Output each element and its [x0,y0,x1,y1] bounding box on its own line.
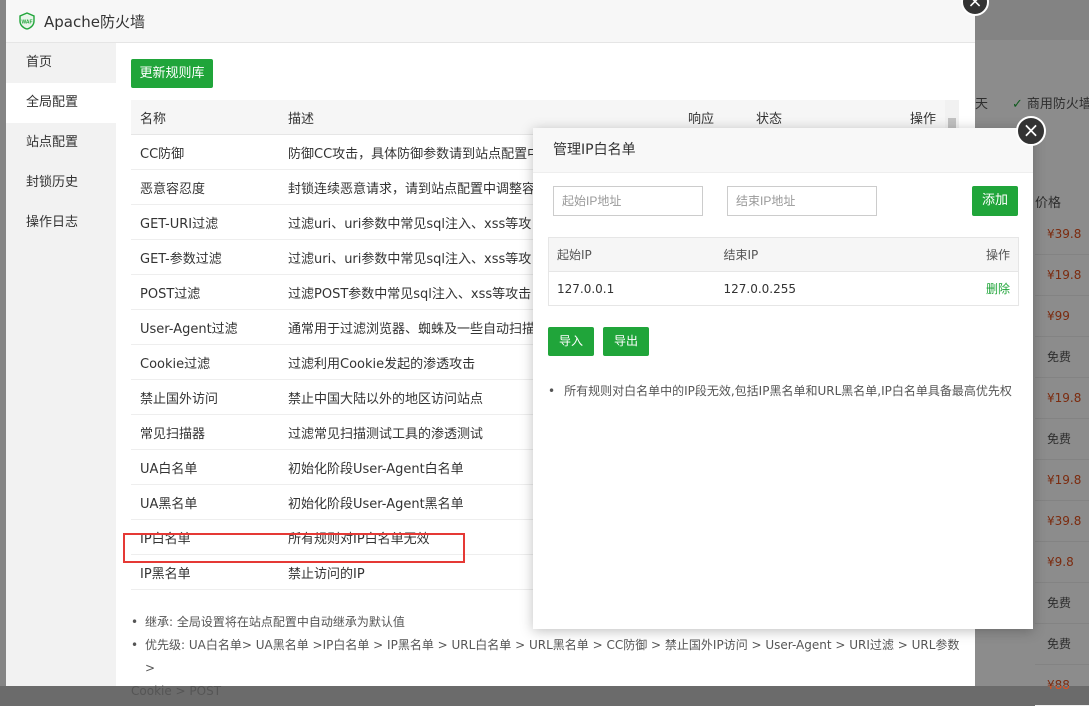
ip-whitelist-highlight [123,533,465,563]
delete-link[interactable]: 删除 [986,282,1010,296]
note-priority: 优先级: UA白名单> UA黑名单 >IP白名单 > IP黑名单 > URL白名… [131,634,961,703]
rule-name: 常见扫描器 [131,414,279,450]
table-row: 127.0.0.1 127.0.0.255 删除 [549,272,1019,306]
note-priority-text: 优先级: UA白名单> UA黑名单 >IP白名单 > IP黑名单 > URL白名… [145,638,960,675]
rule-name: UA白名单 [131,449,279,485]
import-button[interactable]: 导入 [548,327,594,356]
svg-text:WAF: WAF [21,20,32,26]
sidebar-item-global-config[interactable]: 全局配置 [6,83,116,123]
start-ip-input[interactable] [553,186,703,216]
firewall-titlebar: WAF Apache防火墙 [6,0,975,43]
end-ip-input[interactable] [727,186,877,216]
firewall-title: Apache防火墙 [44,12,145,31]
sidebar-item-site-config[interactable]: 站点配置 [6,123,116,163]
ip-whitelist-modal: 管理IP白名单 × 添加 起始IP 结束IP 操作 127.0.0.1 127.… [533,116,1046,629]
header-action: 操作 [915,237,1019,272]
close-icon: × [1022,118,1040,142]
rule-name: 恶意容忍度 [131,169,279,205]
rule-name: 禁止国外访问 [131,379,279,415]
start-ip-cell: 127.0.0.1 [557,281,615,296]
sidebar-item-home[interactable]: 首页 [6,43,116,83]
modal-note: 所有规则对白名单中的IP段无效,包括IP黑名单和URL黑名单,IP白名单具备最高… [548,382,1012,399]
whitelist-table: 起始IP 结束IP 操作 127.0.0.1 127.0.0.255 删除 [548,237,1019,306]
header-end-ip: 结束IP [715,237,916,272]
rule-name: CC防御 [131,134,279,170]
update-rules-button[interactable]: 更新规则库 [131,59,213,88]
sidebar-item-operation-log[interactable]: 操作日志 [6,203,116,243]
rule-name: GET-参数过滤 [131,239,279,275]
add-button[interactable]: 添加 [972,186,1018,216]
rule-name: Cookie过滤 [131,344,279,380]
action-cell: 删除 [916,272,1019,306]
rule-name: User-Agent过滤 [131,309,279,345]
close-icon: × [967,0,983,12]
rule-name: POST过滤 [131,274,279,310]
firewall-sidebar: 首页 全局配置 站点配置 封锁历史 操作日志 [6,43,116,686]
export-button[interactable]: 导出 [603,327,649,356]
modal-title: 管理IP白名单 [533,128,1033,173]
rule-name: UA黑名单 [131,484,279,520]
whitelist-table-header: 起始IP 结束IP 操作 [548,237,1019,272]
note-priority-continued: Cookie > POST [131,684,222,698]
modal-close-button[interactable]: × [1016,116,1046,146]
end-ip-cell: 127.0.0.255 [723,281,797,296]
waf-shield-icon: WAF [19,12,35,30]
rule-name: GET-URI过滤 [131,204,279,240]
sidebar-item-block-history[interactable]: 封锁历史 [6,163,116,203]
header-start-ip: 起始IP [548,237,716,272]
header-name: 名称 [131,100,279,135]
